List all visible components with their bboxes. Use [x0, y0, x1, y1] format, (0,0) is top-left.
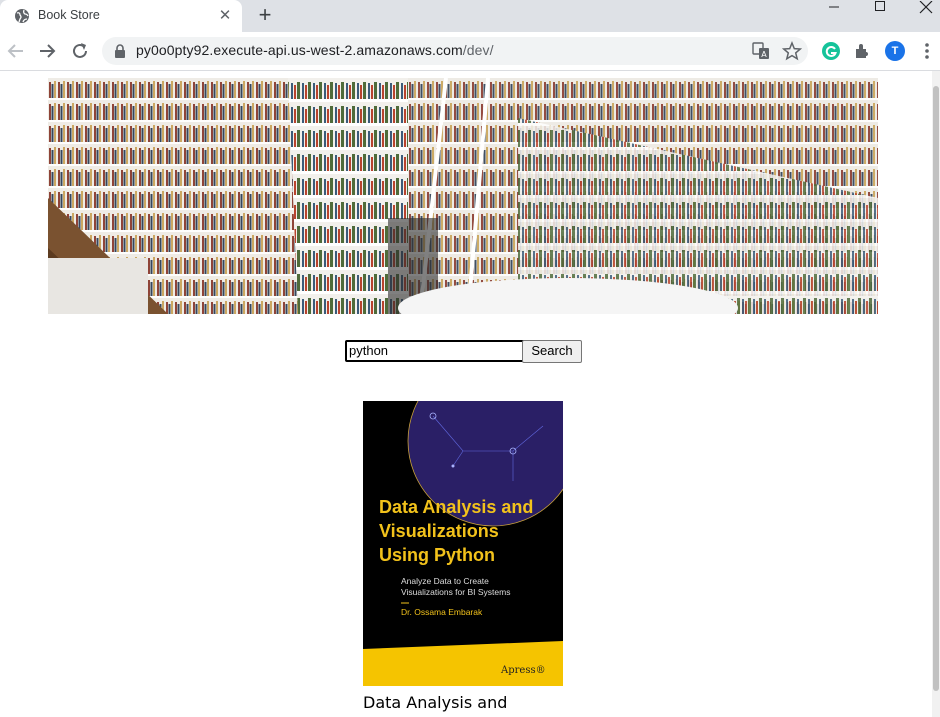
cover-subtitle-line: Analyze Data to Create — [401, 576, 489, 586]
cover-title-line: Visualizations — [379, 521, 499, 541]
new-tab-button[interactable]: + — [254, 4, 276, 26]
book-cover-image[interactable]: Data Analysis and Visualizations Using P… — [363, 401, 563, 686]
cover-title-line: Using Python — [379, 545, 495, 565]
tab-title: Book Store — [38, 8, 100, 22]
cover-author: Dr. Ossama Embarak — [401, 607, 483, 617]
hero-image — [48, 78, 878, 314]
menu-icon[interactable] — [920, 41, 934, 61]
close-window-icon[interactable] — [903, 0, 940, 32]
reload-icon[interactable] — [69, 40, 91, 62]
page-viewport: python Search Data Analysis and Visualiz… — [0, 71, 932, 717]
url-text[interactable]: py0o0pty92.execute-api.us-west-2.amazona… — [136, 42, 494, 58]
book-title[interactable]: Data Analysis and — [363, 692, 563, 714]
search-input[interactable]: python — [345, 340, 525, 362]
back-icon[interactable] — [5, 40, 27, 62]
maximize-icon[interactable] — [857, 0, 903, 32]
address-bar[interactable]: py0o0pty92.execute-api.us-west-2.amazona… — [102, 37, 808, 65]
cover-subtitle-line: Visualizations for BI Systems — [401, 587, 510, 597]
tab-close-icon[interactable]: ✕ — [216, 7, 234, 25]
svg-text:A: A — [761, 50, 767, 59]
browser-toolbar: py0o0pty92.execute-api.us-west-2.amazona… — [0, 32, 940, 71]
page-scrollbar[interactable] — [932, 71, 940, 717]
star-icon[interactable] — [782, 41, 802, 61]
search-button[interactable]: Search — [522, 340, 582, 363]
globe-icon — [15, 9, 29, 23]
translate-icon[interactable]: A — [752, 42, 770, 60]
cover-publisher: Apress® — [500, 665, 546, 676]
forward-icon[interactable] — [36, 40, 58, 62]
tab-book-store[interactable]: Book Store ✕ — [0, 0, 242, 32]
extensions-icon[interactable] — [853, 41, 873, 61]
profile-avatar[interactable]: T — [885, 41, 905, 61]
grammarly-icon[interactable] — [821, 41, 841, 61]
minimize-icon[interactable] — [811, 0, 857, 32]
scrollbar-thumb[interactable] — [933, 86, 939, 691]
cover-title-line: Data Analysis and — [379, 497, 533, 517]
lock-icon[interactable] — [114, 44, 126, 58]
tab-strip: Book Store ✕ + — [0, 0, 940, 32]
